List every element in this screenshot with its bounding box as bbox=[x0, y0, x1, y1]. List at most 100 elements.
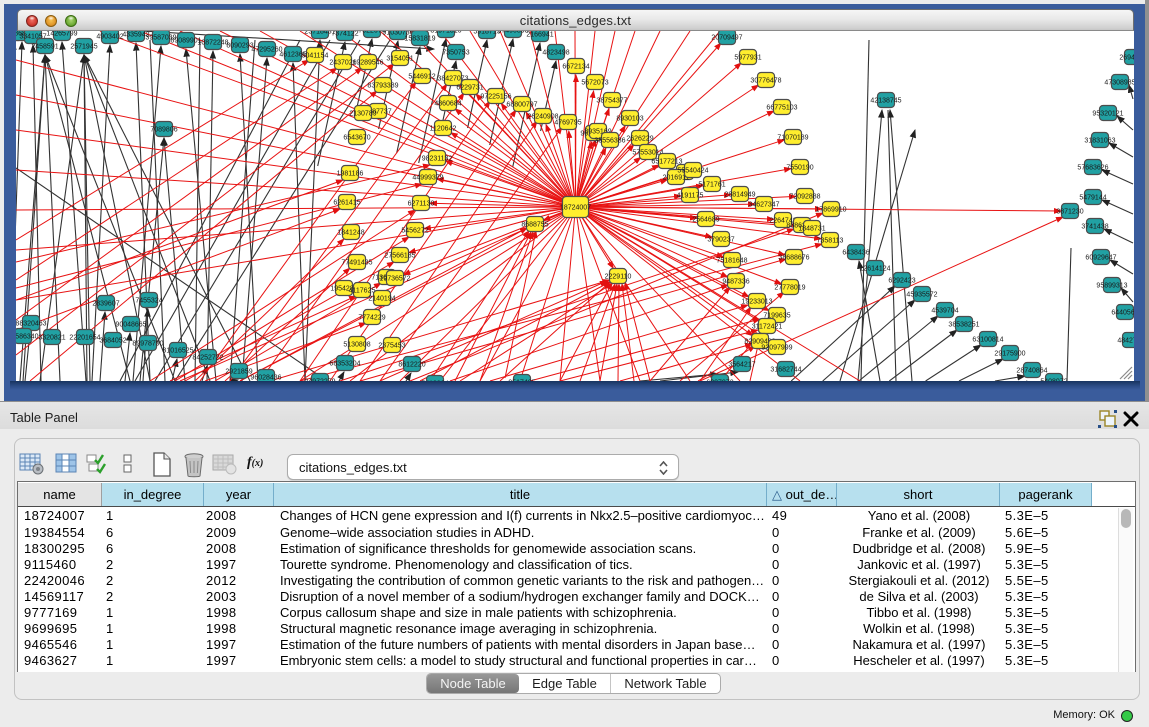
svg-text:95320121: 95320121 bbox=[1092, 111, 1123, 118]
svg-text:6672134: 6672134 bbox=[562, 64, 589, 71]
svg-text:5977931: 5977931 bbox=[734, 55, 761, 62]
svg-text:57683626: 57683626 bbox=[1077, 165, 1108, 172]
svg-text:20709497: 20709497 bbox=[711, 35, 742, 42]
svg-text:4842788: 4842788 bbox=[1117, 338, 1134, 345]
svg-text:7550190: 7550190 bbox=[786, 165, 813, 172]
svg-text:6261415: 6261415 bbox=[333, 200, 360, 207]
svg-text:4117625: 4117625 bbox=[349, 288, 376, 295]
svg-text:75181648: 75181648 bbox=[716, 258, 747, 265]
svg-text:5130808: 5130808 bbox=[343, 342, 370, 349]
svg-text:5479144: 5479144 bbox=[1079, 195, 1106, 202]
svg-text:68353204: 68353204 bbox=[329, 361, 360, 368]
svg-text:8612220: 8612220 bbox=[398, 362, 425, 369]
svg-text:1841248: 1841248 bbox=[337, 230, 364, 237]
svg-text:4823498: 4823498 bbox=[542, 50, 569, 57]
svg-text:8930103: 8930103 bbox=[616, 116, 643, 123]
svg-text:3741438: 3741438 bbox=[1081, 224, 1108, 231]
svg-text:31172421: 31172421 bbox=[752, 324, 783, 331]
svg-text:2921859: 2921859 bbox=[225, 369, 252, 376]
svg-text:7089806: 7089806 bbox=[150, 127, 177, 134]
svg-text:31682744: 31682744 bbox=[770, 367, 801, 374]
svg-text:5456272: 5456272 bbox=[401, 228, 428, 235]
svg-text:24972279: 24972279 bbox=[304, 379, 335, 382]
svg-text:2839607: 2839607 bbox=[92, 301, 119, 308]
svg-text:7455324: 7455324 bbox=[135, 298, 162, 305]
svg-text:2229110: 2229110 bbox=[605, 274, 632, 281]
svg-text:5171761: 5171761 bbox=[698, 182, 725, 189]
svg-text:1848731: 1848731 bbox=[798, 226, 825, 233]
svg-text:31831063: 31831063 bbox=[1084, 138, 1115, 145]
svg-text:28814949: 28814949 bbox=[724, 192, 755, 199]
svg-text:12614124: 12614124 bbox=[859, 266, 890, 273]
svg-text:19233013: 19233013 bbox=[741, 299, 772, 306]
svg-text:4539704: 4539704 bbox=[931, 308, 958, 315]
svg-text:2564689: 2564689 bbox=[692, 217, 719, 224]
svg-text:66775103: 66775103 bbox=[766, 105, 797, 112]
svg-text:6271130: 6271130 bbox=[408, 201, 435, 208]
svg-text:6543670: 6543670 bbox=[343, 135, 370, 142]
svg-text:7774229: 7774229 bbox=[358, 315, 385, 322]
svg-text:2694522: 2694522 bbox=[1119, 55, 1134, 62]
svg-text:3790237: 3790237 bbox=[707, 237, 734, 244]
svg-text:63100814: 63100814 bbox=[972, 337, 1003, 344]
svg-text:30776478: 30776478 bbox=[750, 78, 781, 85]
svg-text:29175900: 29175900 bbox=[994, 351, 1025, 358]
svg-text:97225156: 97225156 bbox=[480, 94, 511, 101]
svg-text:22201654: 22201654 bbox=[69, 335, 100, 342]
svg-text:90048665: 90048665 bbox=[115, 322, 146, 329]
svg-text:60929647: 60929647 bbox=[1085, 255, 1116, 262]
svg-text:5041154: 5041154 bbox=[302, 53, 329, 60]
svg-text:9487336: 9487336 bbox=[722, 279, 749, 286]
svg-text:3154051: 3154051 bbox=[386, 56, 413, 63]
svg-text:6007072: 6007072 bbox=[706, 380, 733, 382]
svg-text:96028436: 96028436 bbox=[250, 375, 281, 382]
svg-text:2571945: 2571945 bbox=[70, 44, 97, 51]
svg-text:68800797: 68800797 bbox=[506, 102, 537, 109]
svg-text:38688676: 38688676 bbox=[778, 255, 809, 262]
svg-text:83793389: 83793389 bbox=[367, 83, 398, 90]
svg-text:2166941: 2166941 bbox=[526, 32, 553, 39]
svg-text:47295260: 47295260 bbox=[251, 47, 282, 54]
svg-text:7358113: 7358113 bbox=[817, 238, 844, 245]
svg-text:35556386: 35556386 bbox=[594, 138, 625, 145]
svg-text:5418934: 5418934 bbox=[421, 381, 448, 382]
svg-text:38754377: 38754377 bbox=[596, 98, 627, 105]
svg-text:87490893: 87490893 bbox=[497, 31, 528, 35]
svg-text:88320463: 88320463 bbox=[16, 321, 47, 328]
svg-text:44999379: 44999379 bbox=[412, 175, 443, 182]
svg-text:2130789: 2130789 bbox=[349, 111, 376, 118]
svg-text:8090293: 8090293 bbox=[226, 43, 253, 50]
svg-text:5446912: 5446912 bbox=[408, 74, 435, 81]
svg-text:28740864: 28740864 bbox=[1016, 368, 1047, 375]
svg-text:4191175: 4191175 bbox=[677, 193, 704, 200]
svg-text:92097999: 92097999 bbox=[761, 345, 792, 352]
svg-text:19736572: 19736572 bbox=[379, 276, 410, 283]
svg-text:1120642: 1120642 bbox=[430, 126, 457, 133]
svg-text:5672073: 5672073 bbox=[581, 80, 608, 87]
svg-text:71070189: 71070189 bbox=[777, 135, 808, 142]
svg-text:19289546: 19289546 bbox=[352, 60, 383, 67]
svg-text:9517485: 9517485 bbox=[508, 380, 535, 382]
svg-text:17869910: 17869910 bbox=[815, 207, 846, 214]
svg-text:2626229: 2626229 bbox=[626, 136, 653, 143]
svg-text:72092888: 72092888 bbox=[789, 194, 820, 201]
svg-text:84252722: 84252722 bbox=[192, 355, 223, 362]
svg-text:4860684: 4860684 bbox=[434, 101, 461, 108]
svg-text:3684052: 3684052 bbox=[99, 338, 126, 345]
svg-text:55540424: 55540424 bbox=[677, 168, 708, 175]
svg-text:3320821: 3320821 bbox=[38, 335, 65, 342]
svg-text:15831819: 15831819 bbox=[404, 36, 435, 43]
svg-text:42138745: 42138745 bbox=[870, 98, 901, 105]
svg-text:18724007: 18724007 bbox=[560, 205, 591, 212]
svg-text:38538251: 38538251 bbox=[948, 322, 979, 329]
svg-text:27778019: 27778019 bbox=[774, 285, 805, 292]
svg-text:5408072: 5408072 bbox=[1040, 379, 1067, 382]
svg-text:6292423: 6292423 bbox=[888, 278, 915, 285]
svg-text:34627347: 34627347 bbox=[748, 202, 779, 209]
svg-text:89978790: 89978790 bbox=[132, 341, 163, 348]
svg-text:1981186: 1981186 bbox=[337, 171, 364, 178]
svg-text:58586340: 58586340 bbox=[16, 334, 39, 341]
svg-text:14265799: 14265799 bbox=[46, 31, 77, 38]
svg-text:45935572: 45935572 bbox=[906, 292, 937, 299]
svg-text:2458591: 2458591 bbox=[31, 44, 58, 51]
